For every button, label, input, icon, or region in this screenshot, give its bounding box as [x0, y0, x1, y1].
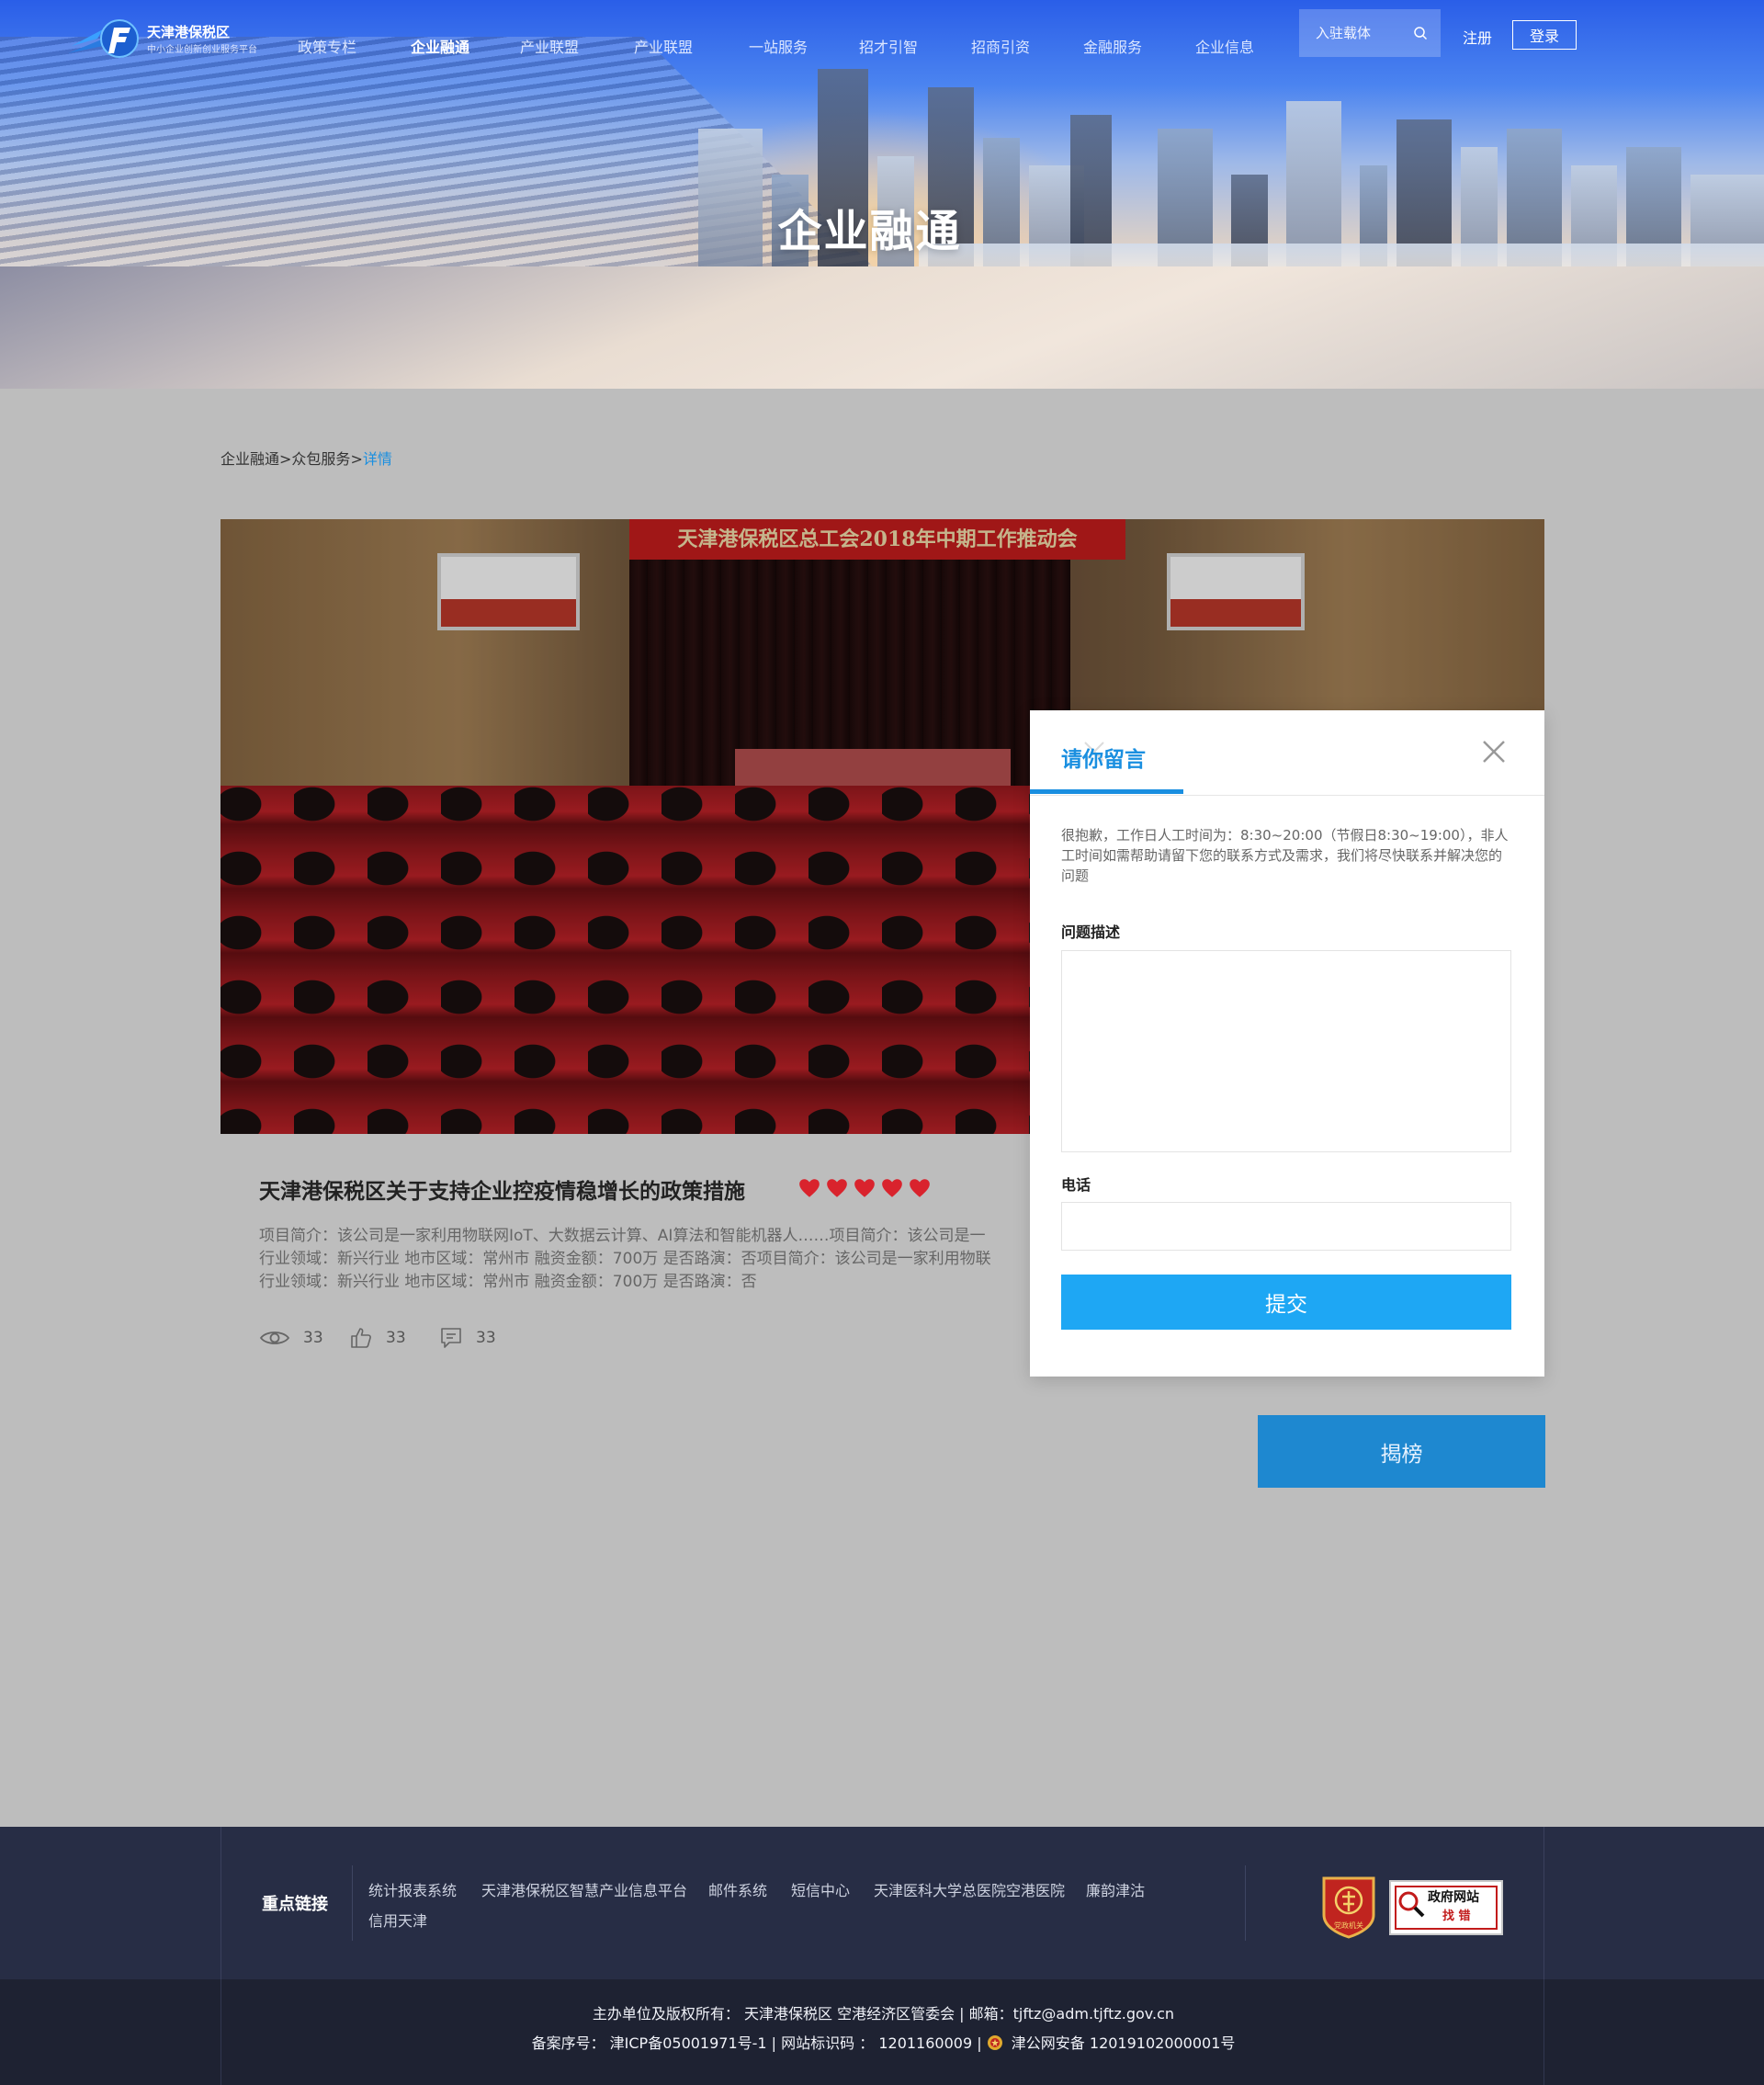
- description-label: 问题描述: [1061, 924, 1121, 941]
- message-dialog: 请你留言 很抱歉，工作日人工时间为：8:30~20:00（节假日8:30~19:…: [1030, 710, 1544, 1377]
- police-record-link[interactable]: 津公网安备 12019102000001号: [1012, 2034, 1236, 2052]
- copyright-text: 主办单位及版权所有： 天津港保税区 空港经济区管委会 | 邮箱：tjftz@ad…: [592, 2005, 1175, 2023]
- nav-item-enterprise-financing[interactable]: 企业融通: [411, 35, 469, 57]
- logo-emblem-icon: [68, 19, 139, 58]
- article-title: 天津港保税区关于支持企业控疫情稳增长的政策措施: [259, 1180, 745, 1204]
- footer-copyright-section: 主办单位及版权所有： 天津港保税区 空港经济区管委会 | 邮箱：tjftz@ad…: [0, 1979, 1764, 2085]
- nav-item-investment[interactable]: 招商引资: [971, 35, 1030, 57]
- breadcrumb-separator: >: [279, 450, 292, 468]
- heart-icon: [799, 1179, 820, 1197]
- search-box: [1299, 9, 1441, 57]
- article-description-line: 行业领域：新兴行业 地市区域：常州市 融资金额：700万 是否路演：否: [259, 1273, 757, 1291]
- plaza-floor: [0, 266, 1764, 389]
- breadcrumb-item-enterprise-financing[interactable]: 企业融通: [220, 450, 279, 468]
- heart-icon: [910, 1179, 930, 1197]
- gov-badge-line1: 政府网站: [1428, 1890, 1479, 1905]
- nav-item-policy[interactable]: 政策专栏: [298, 35, 356, 57]
- nav-item-one-stop-service[interactable]: 一站服务: [749, 35, 808, 57]
- tab-underline: [1030, 789, 1183, 794]
- views-count: 33: [303, 1329, 323, 1347]
- logo-title: 天津港保税区: [147, 24, 231, 40]
- party-badge-text: 党政机关: [1334, 1921, 1363, 1930]
- nav-item-talent[interactable]: 招才引智: [859, 35, 918, 57]
- eye-icon: [259, 1331, 290, 1344]
- close-icon[interactable]: [1480, 738, 1508, 765]
- footer-link[interactable]: 天津港保税区智慧产业信息平台: [481, 1878, 687, 1900]
- article-description-line: 行业领域：新兴行业 地市区域：常州市 融资金额：700万 是否路演：否项目简介：…: [259, 1250, 991, 1268]
- logo-subtitle: 中小企业创新创业服务平台: [147, 45, 257, 55]
- gov-website-error-report-badge[interactable]: 政府网站 找 错: [1389, 1880, 1503, 1935]
- breadcrumb: 企业融通>众包服务>详情: [220, 447, 392, 469]
- dialog-tab-leave-message[interactable]: 请你留言: [1061, 742, 1146, 773]
- footer-link[interactable]: 短信中心: [791, 1878, 850, 1900]
- rating-hearts: [797, 1176, 935, 1200]
- register-link[interactable]: 注册: [1463, 26, 1492, 48]
- comments-count: 33: [476, 1329, 496, 1347]
- nav-item-company-info[interactable]: 企业信息: [1195, 35, 1254, 57]
- heart-icon: [827, 1179, 847, 1197]
- working-hours-notice: 很抱歉，工作日人工时间为：8:30~20:00（节假日8:30~19:00），非…: [1061, 827, 1509, 884]
- article-description-line: 项目简介：该公司是一家利用物联网IoT、大数据云计算、AI算法和智能机器人……项…: [259, 1227, 986, 1245]
- nav-item-finance[interactable]: 金融服务: [1083, 35, 1142, 57]
- divider: [1030, 795, 1544, 796]
- top-navigation-bar: 天津港保税区 中小企业创新创业服务平台 政策专栏 企业融通 产业联盟 产业联盟 …: [0, 0, 1764, 83]
- views-stat: 33: [259, 1324, 323, 1352]
- footer-link[interactable]: 统计报表系统: [368, 1878, 457, 1900]
- footer-link[interactable]: 天津医科大学总医院空港医院: [874, 1878, 1065, 1900]
- search-input[interactable]: [1316, 23, 1408, 43]
- likes-stat[interactable]: 33: [349, 1324, 406, 1352]
- phone-input[interactable]: [1061, 1202, 1511, 1251]
- heart-icon: [854, 1179, 875, 1197]
- claim-button[interactable]: 揭榜: [1258, 1415, 1545, 1488]
- submit-button[interactable]: 提交: [1061, 1275, 1511, 1330]
- footer-links-section: 重点链接 统计报表系统 天津港保税区智慧产业信息平台 邮件系统 短信中心 天津医…: [0, 1827, 1764, 1979]
- thumbs-up-icon: [351, 1328, 371, 1348]
- phone-label: 电话: [1061, 1176, 1091, 1194]
- icp-record-text: 备案序号： 津ICP备05001971号-1 | 网站标识码 ： 1201160…: [531, 2034, 982, 2052]
- divider: [352, 1865, 353, 1941]
- record-info: 备案序号： 津ICP备05001971号-1 | 网站标识码 ： 1201160…: [221, 2031, 1545, 2053]
- description-textarea[interactable]: [1061, 950, 1511, 1152]
- footer-link[interactable]: 廉韵津沽: [1086, 1878, 1145, 1900]
- magnifier-icon: [1398, 1891, 1425, 1918]
- likes-count: 33: [386, 1329, 406, 1347]
- login-button[interactable]: 登录: [1512, 20, 1577, 50]
- site-logo[interactable]: 天津港保税区 中小企业创新创业服务平台: [66, 17, 287, 62]
- footer-link[interactable]: 邮件系统: [708, 1878, 767, 1900]
- search-icon[interactable]: [1413, 26, 1428, 40]
- breadcrumb-current: 详情: [362, 450, 392, 468]
- hero-title: 企业融通: [777, 206, 962, 257]
- gov-badge-line2: 找 错: [1442, 1909, 1471, 1923]
- nav-item-industry-alliance[interactable]: 产业联盟: [520, 35, 579, 57]
- footer-links-heading: 重点链接: [262, 1895, 328, 1914]
- party-government-badge-icon[interactable]: 党政机关: [1320, 1875, 1377, 1939]
- comment-icon: [441, 1328, 461, 1348]
- footer-link[interactable]: 信用天津: [368, 1909, 427, 1931]
- police-badge-icon: [987, 2035, 1002, 2050]
- breadcrumb-item-crowdsourcing[interactable]: 众包服务: [291, 450, 350, 468]
- comments-stat[interactable]: 33: [439, 1324, 496, 1352]
- nav-item-industry-alliance-2[interactable]: 产业联盟: [634, 35, 693, 57]
- breadcrumb-separator: >: [350, 450, 363, 468]
- divider: [1245, 1865, 1246, 1941]
- hero-banner: 天津港保税区 中小企业创新创业服务平台 政策专栏 企业融通 产业联盟 产业联盟 …: [0, 0, 1764, 389]
- heart-icon: [882, 1179, 902, 1197]
